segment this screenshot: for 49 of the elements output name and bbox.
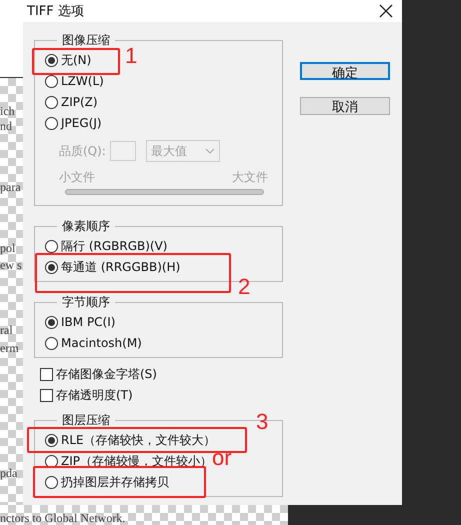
checkbox[interactable] bbox=[40, 368, 53, 381]
radio-option[interactable]: 隔行 (RGBRGB)(V) bbox=[45, 236, 168, 257]
document-text: ew s bbox=[0, 258, 22, 273]
quality-label: 品质(Q): bbox=[59, 144, 106, 158]
document-text: para bbox=[0, 180, 21, 195]
radio-button[interactable] bbox=[45, 54, 58, 67]
annotation-label: or bbox=[212, 450, 232, 465]
quality-input[interactable] bbox=[110, 141, 136, 161]
radio-button[interactable] bbox=[45, 434, 58, 447]
group-title: 图层压缩 bbox=[61, 413, 111, 427]
close-icon[interactable] bbox=[379, 4, 393, 18]
annotation-label: 1 bbox=[125, 48, 138, 63]
radio-button[interactable] bbox=[45, 117, 58, 130]
cancel-button[interactable]: 取消 bbox=[300, 97, 390, 115]
radio-option[interactable]: IBM PC(I) bbox=[45, 312, 116, 333]
radio-option[interactable]: LZW(L) bbox=[45, 71, 104, 92]
group-title: 像素顺序 bbox=[61, 219, 111, 233]
radio-button[interactable] bbox=[45, 476, 58, 489]
document-text: ich bbox=[0, 104, 15, 119]
radio-option[interactable]: JPEG(J) bbox=[45, 113, 102, 134]
checkbox[interactable] bbox=[40, 389, 53, 402]
document-text: pda bbox=[0, 466, 18, 481]
radio-button[interactable] bbox=[45, 96, 58, 109]
annotation-label: 2 bbox=[238, 279, 250, 294]
document-text: nd bbox=[0, 119, 12, 134]
radio-option[interactable]: 无(N) bbox=[45, 50, 92, 71]
radio-button[interactable] bbox=[45, 75, 58, 88]
slider-max-label: 大文件 bbox=[232, 170, 268, 185]
radio-option[interactable]: Macintosh(M) bbox=[45, 333, 142, 354]
radio-option[interactable]: RLE（存储较快，文件较大） bbox=[45, 430, 216, 451]
document-text: pol bbox=[0, 241, 16, 256]
slider-min-label: 小文件 bbox=[59, 170, 95, 185]
checkbox-option[interactable]: 存储透明度(T) bbox=[40, 385, 133, 406]
radio-option[interactable]: 扔掉图层并存储拷贝 bbox=[45, 472, 169, 493]
radio-button[interactable] bbox=[45, 337, 58, 350]
radio-button[interactable] bbox=[45, 316, 58, 329]
group-title: 图像压缩 bbox=[61, 33, 111, 47]
radio-button[interactable] bbox=[45, 240, 58, 253]
radio-button[interactable] bbox=[45, 261, 58, 274]
annotation-label: 3 bbox=[256, 414, 268, 429]
ok-button[interactable]: 确定 bbox=[300, 62, 390, 80]
group-title: 字节顺序 bbox=[61, 295, 111, 309]
document-text: erm bbox=[0, 341, 19, 356]
document-text: nctors to Global Network. bbox=[0, 511, 126, 525]
radio-option[interactable]: ZIP(Z) bbox=[45, 92, 98, 113]
checkbox-option[interactable]: 存储图像金字塔(S) bbox=[40, 364, 157, 385]
document-text: ral bbox=[0, 323, 13, 338]
window-title: TIFF 选项 bbox=[27, 4, 84, 18]
radio-option[interactable]: 每通道 (RRGGBB)(H) bbox=[45, 257, 180, 278]
